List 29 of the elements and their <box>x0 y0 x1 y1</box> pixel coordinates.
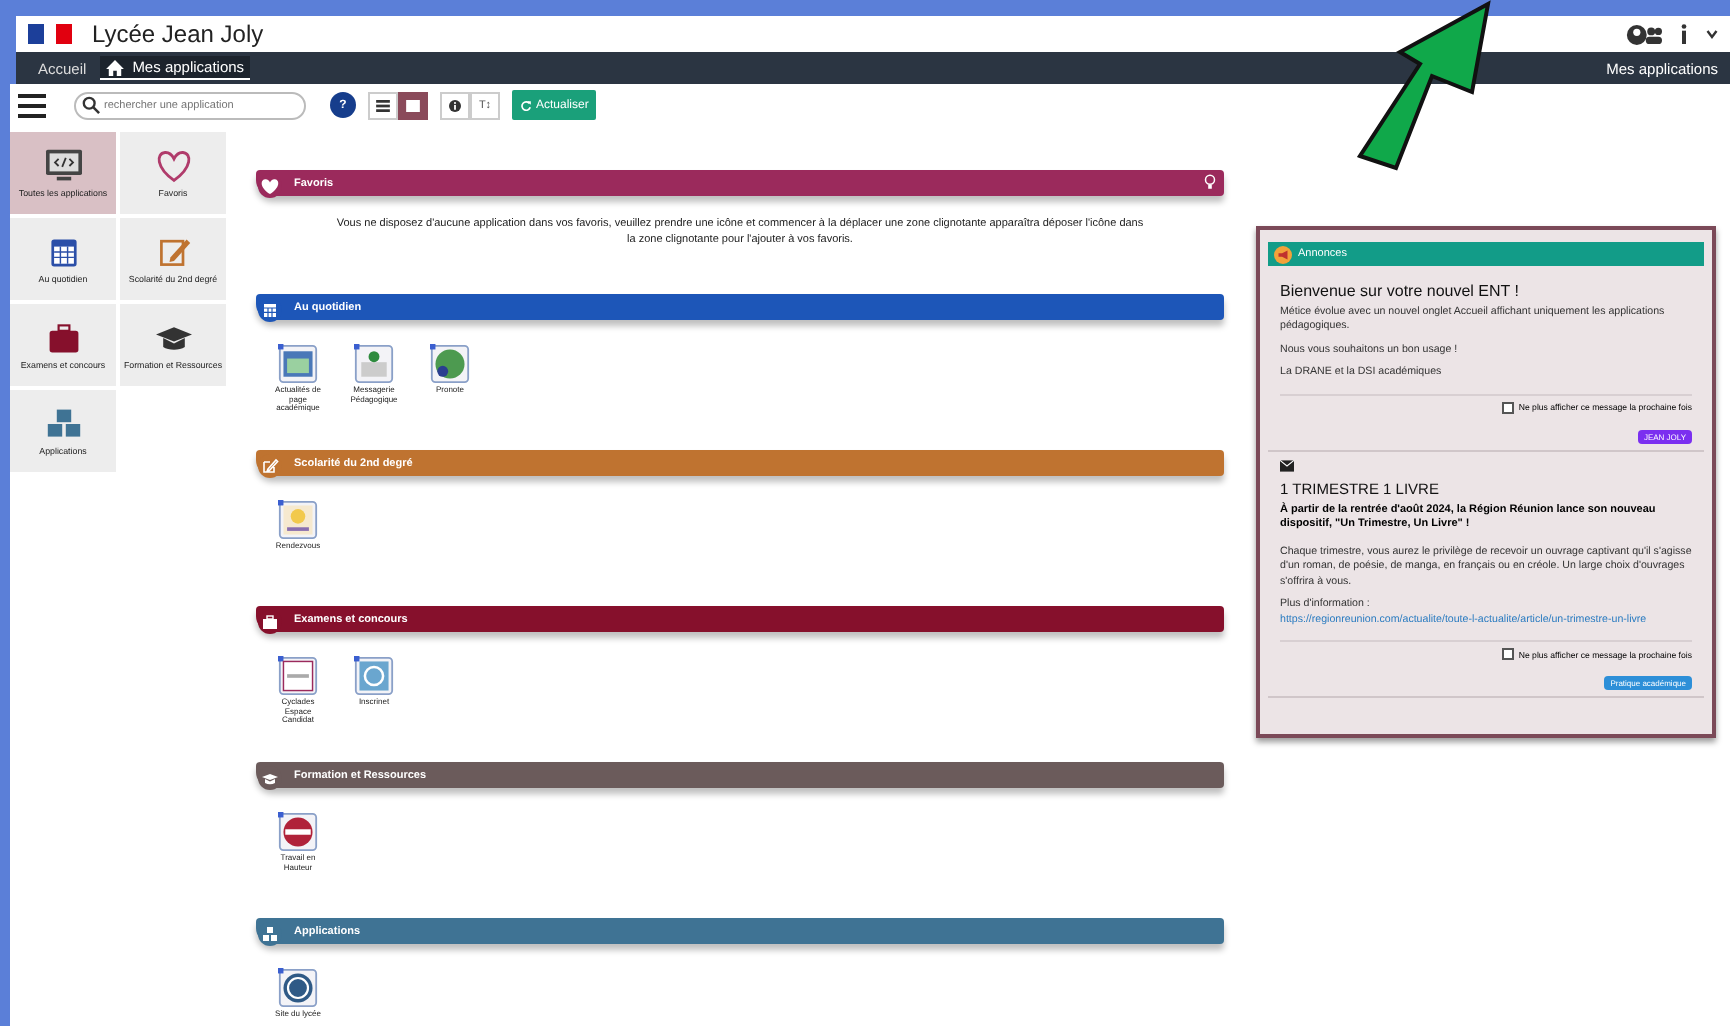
refresh-icon <box>520 99 532 111</box>
info-button[interactable] <box>440 91 470 119</box>
hide-message-checkbox[interactable] <box>1502 401 1515 414</box>
announcement-title: Bienvenue sur votre nouvel ENT ! <box>1280 282 1521 300</box>
info-icon <box>448 99 462 111</box>
list-view-button[interactable] <box>368 91 398 119</box>
hide-message-checkbox[interactable] <box>1502 648 1515 661</box>
home-icon <box>106 59 125 75</box>
monitor-icon <box>41 148 85 184</box>
lightbulb-icon <box>1204 174 1216 190</box>
app-icon[interactable] <box>278 656 318 696</box>
menu-icon[interactable] <box>18 93 46 117</box>
app-icon[interactable] <box>354 344 394 384</box>
app-icon[interactable] <box>278 500 318 540</box>
grid-icon <box>406 99 420 111</box>
app-icon[interactable] <box>430 344 470 384</box>
site-title: Lycée Jean Joly <box>92 20 264 48</box>
app-icon[interactable] <box>278 968 318 1008</box>
app-icon[interactable] <box>278 344 318 384</box>
envelope-icon <box>1280 459 1294 472</box>
search-icon <box>82 96 100 114</box>
megaphone-icon <box>1274 245 1292 263</box>
list-icon <box>376 99 390 111</box>
caret-icon[interactable] <box>1706 24 1718 44</box>
user-group-icon[interactable] <box>1626 23 1662 45</box>
grid-view-button[interactable] <box>398 91 428 119</box>
flag-logo-icon <box>28 22 76 46</box>
app-icon[interactable] <box>278 812 318 852</box>
info-icon[interactable] <box>1678 24 1690 44</box>
